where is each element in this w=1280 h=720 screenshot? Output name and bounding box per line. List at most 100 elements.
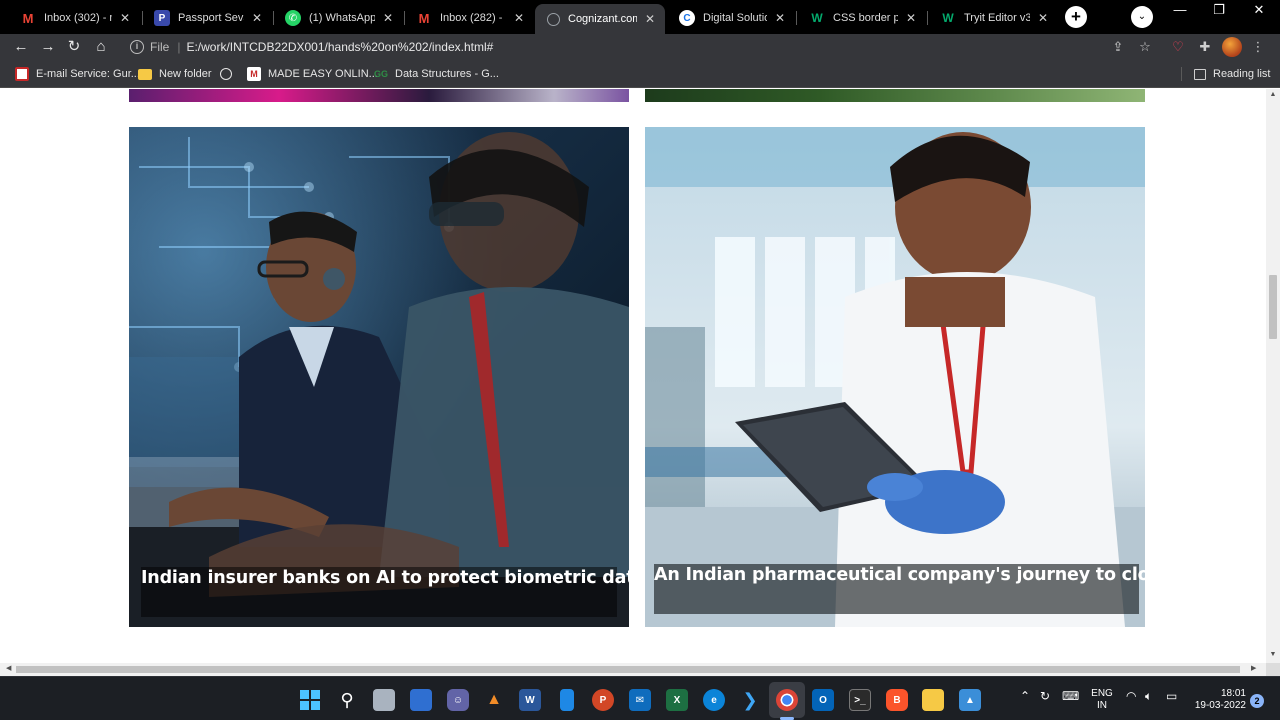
w3schools-icon: W xyxy=(942,11,954,25)
url-text[interactable]: E:/work/INTCDB22DX001/hands%20on%202/ind… xyxy=(186,40,493,54)
battery-icon[interactable]: ▭ xyxy=(1166,689,1177,703)
wifi-icon[interactable]: ◠ xyxy=(1126,689,1136,703)
tab-inbox-302[interactable]: M Inbox (302) - nkn ✕ xyxy=(8,4,140,32)
home-button[interactable]: ⌂ xyxy=(90,36,112,58)
chevron-up-icon[interactable]: ⌃ xyxy=(1020,689,1030,703)
tab-title: Inbox (302) - nkn xyxy=(44,12,112,24)
whatsapp-icon: ✆ xyxy=(285,10,301,26)
mail-icon[interactable]: ✉ xyxy=(629,689,651,711)
new-tab-button[interactable]: + xyxy=(1065,6,1087,28)
word-icon[interactable]: W xyxy=(519,689,541,711)
outlook-icon[interactable]: O xyxy=(812,689,834,711)
pocket-icon[interactable]: ♡ xyxy=(1168,36,1188,58)
bookmark-email-service[interactable]: E-mail Service: Gur... xyxy=(15,66,140,82)
volume-icon[interactable]: 🔈︎ xyxy=(1145,689,1152,704)
bookmarks-bar: E-mail Service: Gur... New folder M MADE… xyxy=(0,60,1280,88)
tab-whatsapp[interactable]: ✆ (1) WhatsApp ✕ xyxy=(273,4,403,32)
scroll-up-icon[interactable]: ▲ xyxy=(1269,91,1277,98)
powerpoint-icon[interactable]: P xyxy=(592,689,614,711)
bookmark-label: New folder xyxy=(159,68,212,80)
bookmark-globe[interactable] xyxy=(220,66,239,82)
menu-icon[interactable]: ⋮ xyxy=(1248,36,1268,58)
restore-button[interactable]: ❐ xyxy=(1200,2,1238,30)
keyboard-icon[interactable]: ⌨ xyxy=(1062,689,1079,703)
card-caption[interactable]: An Indian pharmaceutical company's journ… xyxy=(654,564,1145,614)
back-button[interactable]: ← xyxy=(10,36,32,58)
gfg-icon: GG xyxy=(374,69,389,79)
vscode-icon[interactable]: ❯ xyxy=(739,689,761,711)
matlab-icon[interactable]: ▲ xyxy=(483,689,505,711)
close-icon[interactable]: ✕ xyxy=(773,11,787,25)
vertical-scrollbar[interactable]: ▲ ▼ xyxy=(1266,89,1280,663)
close-icon[interactable]: ✕ xyxy=(118,11,132,25)
case-study-card-pharma[interactable]: An Indian pharmaceutical company's journ… xyxy=(645,127,1145,627)
bookmark-data-structures[interactable]: GG Data Structures - G... xyxy=(374,66,499,82)
minimize-button[interactable]: — xyxy=(1161,2,1199,30)
search-icon[interactable]: ⚲ xyxy=(336,689,358,711)
teams-chat-icon[interactable]: ☺ xyxy=(447,689,469,711)
edge-icon[interactable]: e xyxy=(703,689,725,711)
file-explorer-icon[interactable] xyxy=(922,689,944,711)
photos-icon[interactable]: ▲ xyxy=(959,689,981,711)
card-caption[interactable]: Indian insurer banks on AI to protect bi… xyxy=(141,567,629,617)
tab-cognizant[interactable]: Cognizant.com ✕ xyxy=(535,4,665,34)
profile-avatar[interactable] xyxy=(1222,37,1242,57)
forward-button[interactable]: → xyxy=(37,36,59,58)
close-icon[interactable]: ✕ xyxy=(904,11,918,25)
close-icon[interactable]: ✕ xyxy=(512,11,526,25)
close-icon[interactable]: ✕ xyxy=(250,11,264,25)
tab-inbox-282[interactable]: M Inbox (282) - nkn ✕ xyxy=(404,4,534,32)
tab-css-border[interactable]: W CSS border prope ✕ xyxy=(797,4,926,32)
previous-card-image[interactable] xyxy=(129,89,629,102)
system-clock[interactable]: 18:01 19-03-2022 xyxy=(1188,688,1246,712)
tab-search-button[interactable]: ⌄ xyxy=(1131,6,1153,28)
url-scheme: File xyxy=(150,40,170,54)
horizontal-scrollbar[interactable]: ◀ ▶ xyxy=(0,663,1266,676)
widgets-icon[interactable] xyxy=(410,689,432,711)
notification-badge[interactable]: 2 xyxy=(1250,694,1264,708)
globe-icon xyxy=(547,12,560,26)
info-icon[interactable]: i xyxy=(130,40,144,54)
close-icon[interactable]: ✕ xyxy=(643,12,657,26)
reading-list-label: Reading list xyxy=(1213,68,1271,80)
onedrive-sync-icon[interactable]: ↻ xyxy=(1040,689,1050,703)
brave-icon[interactable]: B xyxy=(886,689,908,711)
folder-icon xyxy=(138,68,152,80)
address-bar[interactable]: i File | E:/work/INTCDB22DX001/hands%20o… xyxy=(118,34,1163,60)
terminal-icon[interactable]: >_ xyxy=(849,689,871,711)
bookmark-label: Data Structures - G... xyxy=(395,68,499,80)
clock-date: 19-03-2022 xyxy=(1194,700,1246,711)
scroll-right-icon[interactable]: ▶ xyxy=(1251,664,1256,672)
tab-digital-solutions[interactable]: C Digital Solutions ✕ xyxy=(667,4,795,32)
card-caption-text: An Indian pharmaceutical company's journ… xyxy=(654,565,1145,585)
windows-start-icon[interactable] xyxy=(299,689,321,711)
scroll-down-icon[interactable]: ▼ xyxy=(1269,651,1277,658)
bookmark-made-easy[interactable]: M MADE EASY ONLIN... xyxy=(247,66,378,82)
excel-icon[interactable]: X xyxy=(666,689,688,711)
scroll-left-icon[interactable]: ◀ xyxy=(6,664,11,672)
scrollbar-corner xyxy=(1266,663,1280,676)
horizontal-scroll-thumb[interactable] xyxy=(16,666,1240,673)
phone-link-icon[interactable] xyxy=(560,689,574,711)
share-icon[interactable]: ⇪ xyxy=(1108,36,1128,58)
tab-tryit-editor[interactable]: W Tryit Editor v3.7 ✕ xyxy=(928,4,1058,32)
bookmark-label: MADE EASY ONLIN... xyxy=(268,68,378,80)
vertical-scroll-thumb[interactable] xyxy=(1269,275,1277,339)
url-divider: | xyxy=(177,40,181,54)
chrome-icon[interactable] xyxy=(776,689,798,711)
bookmark-star-icon[interactable]: ☆ xyxy=(1135,36,1155,58)
reading-list-button[interactable]: Reading list xyxy=(1194,66,1270,82)
bookmark-new-folder[interactable]: New folder xyxy=(138,66,212,82)
reload-button[interactable]: ↻ xyxy=(63,36,85,58)
previous-card-image[interactable] xyxy=(645,89,1145,102)
cognizant-icon: C xyxy=(679,10,695,26)
close-window-button[interactable]: ✕ xyxy=(1240,2,1278,30)
extensions-icon[interactable]: ✚ xyxy=(1195,36,1215,58)
close-icon[interactable]: ✕ xyxy=(1036,11,1050,25)
language-indicator[interactable]: ENG IN xyxy=(1088,688,1116,712)
case-study-card-insurer[interactable]: Indian insurer banks on AI to protect bi… xyxy=(129,127,629,627)
close-icon[interactable]: ✕ xyxy=(381,11,395,25)
bookmark-label: E-mail Service: Gur... xyxy=(36,68,140,80)
task-view-icon[interactable] xyxy=(373,689,395,711)
tab-passport-seva[interactable]: P Passport Seva Ho ✕ xyxy=(142,4,272,32)
